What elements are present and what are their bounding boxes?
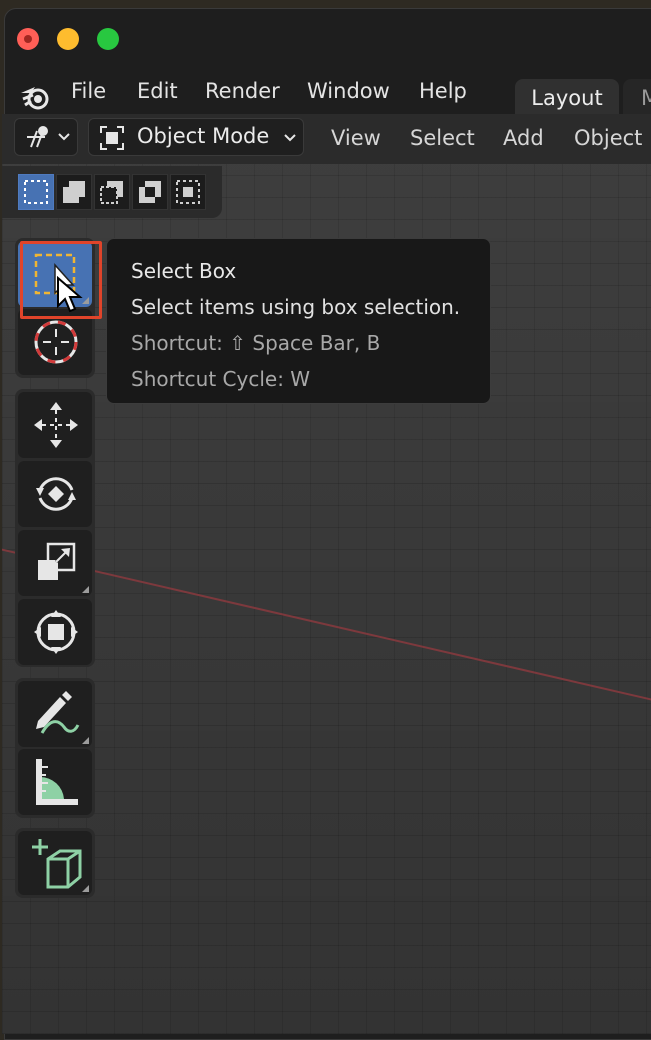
mouse-pointer-icon [57,276,83,313]
menu-select[interactable]: Select [410,126,475,150]
menu-edit[interactable]: Edit [137,79,178,103]
mode-select[interactable]: Object Mode [88,118,304,156]
intersect-icon [176,180,200,204]
tab-modeling[interactable]: M [623,79,651,115]
menu-window[interactable]: Window [307,79,390,103]
menu-render[interactable]: Render [205,79,280,103]
selmode-set-new[interactable] [18,174,54,210]
selmode-subtract[interactable] [94,174,130,210]
add-cube-icon [32,839,82,889]
viewport-header: Object Mode View Select Add Object [2,114,651,164]
tool-add-cube[interactable] [18,831,92,895]
rotate-icon [36,477,76,511]
tooltip: Select Box Select items using box select… [106,238,491,404]
invert-icon [139,181,161,203]
transform-icon [34,610,78,654]
tool-options-indicator [82,737,89,744]
chevron-down-icon [284,134,296,142]
set-new-icon [24,180,48,204]
move-icon [34,402,78,448]
subtract-icon [100,181,123,204]
toolbar-group-add [15,828,95,898]
toolbar-group-transform [15,389,95,667]
menu-help[interactable]: Help [419,79,467,103]
tool-options-indicator [82,885,89,892]
tooltip-shortcut: Shortcut: ⇧ Space Bar, B [131,331,381,355]
tool-measure[interactable] [18,749,92,815]
chevron-down-icon [58,133,70,141]
mode-label: Object Mode [137,124,270,148]
toolbar-group-annotate [15,678,95,818]
object-mode-icon [100,126,124,150]
menu-add[interactable]: Add [503,126,544,150]
maximize-window-button[interactable] [97,28,119,50]
tool-annotate[interactable] [18,681,92,747]
cursor-icon [34,320,78,364]
scale-icon [38,542,76,580]
selmode-extend[interactable] [56,174,92,210]
measure-icon [36,759,78,805]
close-window-button[interactable] [17,28,39,50]
selmode-invert[interactable] [132,174,168,210]
selection-mode-bar [2,166,222,218]
blender-logo-icon[interactable] [19,83,53,111]
view-object-types-button[interactable] [14,118,78,156]
object-types-icon [27,126,48,148]
menu-file[interactable]: File [71,79,106,103]
tool-rotate[interactable] [18,461,92,527]
extend-icon [63,181,85,203]
x-axis-line [2,544,651,708]
tool-options-indicator [82,586,89,593]
menu-view[interactable]: View [331,126,381,150]
selmode-intersect[interactable] [170,174,206,210]
annotate-icon [36,691,80,734]
menu-object[interactable]: Object [574,126,642,150]
tooltip-description: Select items using box selection. [131,295,461,319]
tool-scale[interactable] [18,530,92,596]
tool-move[interactable] [18,392,92,458]
tooltip-shortcut-cycle: Shortcut Cycle: W [131,367,311,391]
minimize-window-button[interactable] [57,28,79,50]
tool-transform[interactable] [18,599,92,665]
tooltip-title: Select Box [131,259,237,283]
tab-layout[interactable]: Layout [515,79,619,115]
